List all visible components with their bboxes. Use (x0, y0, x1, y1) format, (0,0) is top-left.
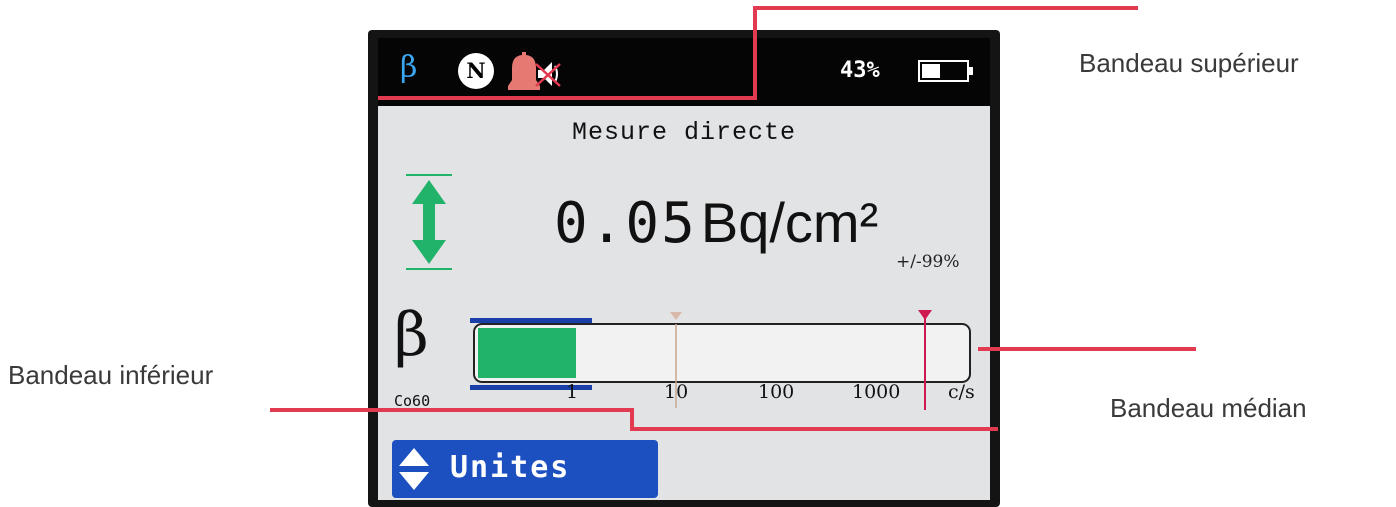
callout-middle-bar: Bandeau médian (1110, 393, 1307, 423)
callout-bottom-bar: Bandeau inférieur (8, 360, 214, 390)
callout-top-bar: Bandeau supérieur (1079, 48, 1299, 78)
